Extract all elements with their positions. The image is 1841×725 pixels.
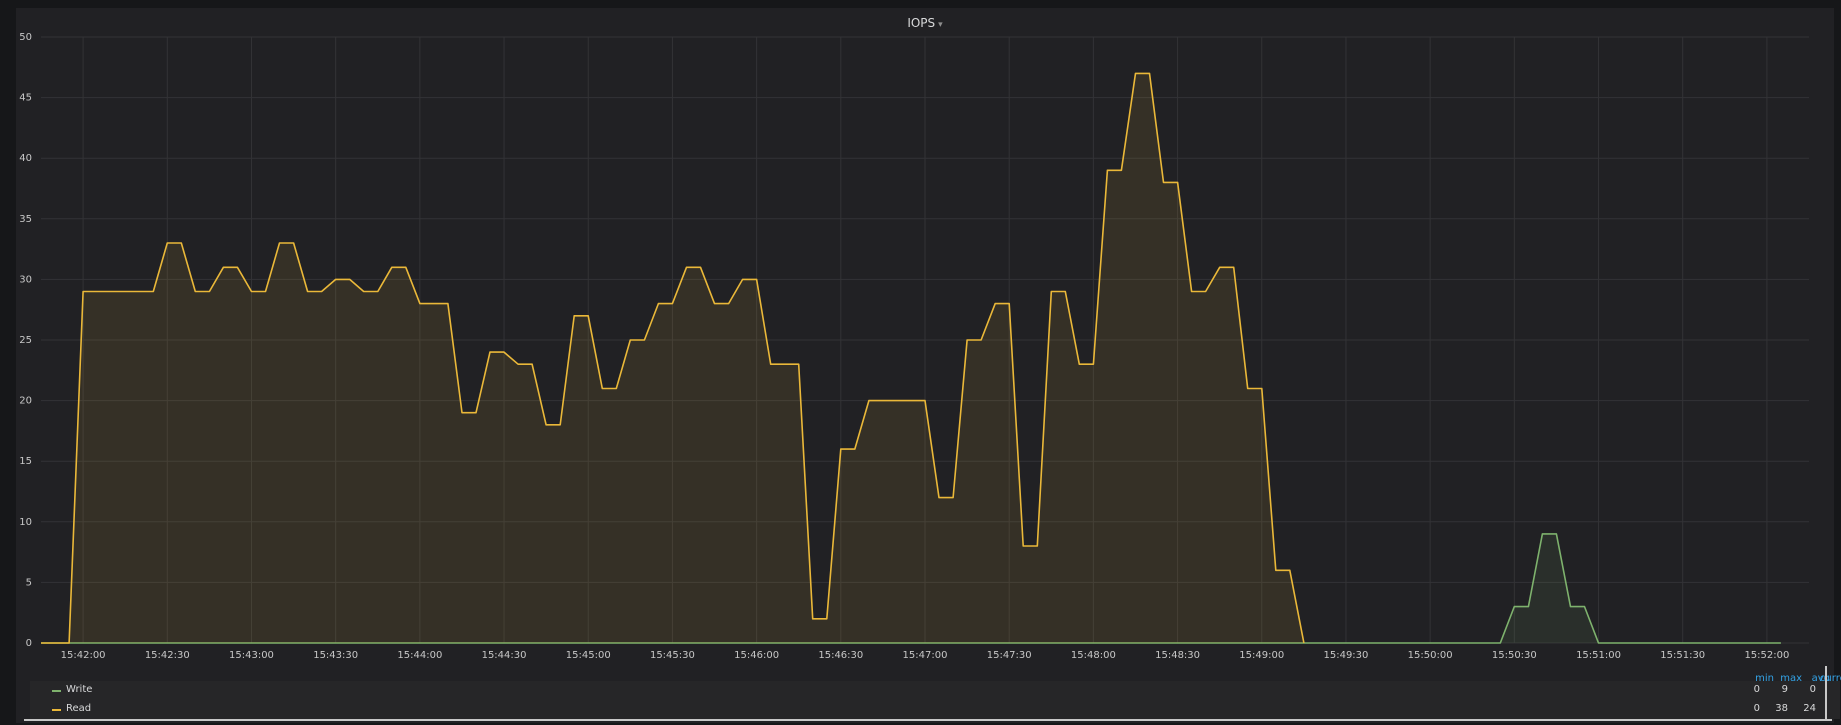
x-tick-label: 15:51:00 <box>1576 650 1621 661</box>
y-tick-label: 40 <box>19 153 32 164</box>
series-color-swatch[interactable] <box>52 690 61 692</box>
legend-series-name[interactable]: Read <box>66 703 91 714</box>
y-axis: 0 5 10 15 20 25 30 35 40 45 50 <box>19 32 32 649</box>
divider <box>24 719 1832 721</box>
x-tick-label: 15:42:00 <box>61 650 106 661</box>
x-tick-label: 15:43:00 <box>229 650 274 661</box>
x-tick-label: 15:45:30 <box>650 650 695 661</box>
x-tick-label: 15:48:30 <box>1155 650 1200 661</box>
x-tick-label: 15:46:30 <box>818 650 863 661</box>
iops-chart: 05101520253035404550 15:42:00 15:42:30 15:… <box>19 32 1809 661</box>
x-tick-label: 15:48:00 <box>1071 650 1116 661</box>
x-tick-label: 15:51:30 <box>1660 650 1705 661</box>
x-tick-label: 15:47:30 <box>987 650 1032 661</box>
y-tick-label: 30 <box>19 274 32 285</box>
x-tick-label: 15:50:30 <box>1492 650 1537 661</box>
iops-panel: IOPS ▾ 0 5 10 15 20 25 30 35 40 45 50 15:42:00 15:42… <box>16 8 1841 723</box>
y-tick-label: 45 <box>19 93 32 104</box>
y-tick-label: 0 <box>26 638 32 649</box>
x-tick-label: 15:49:00 <box>1239 650 1284 661</box>
series-color-swatch[interactable] <box>52 709 61 711</box>
y-tick-label: 5 <box>26 577 32 588</box>
legend-item-read[interactable]: Read 0 38 24 0 <box>30 700 1840 719</box>
y-tick-label: 50 <box>19 32 32 43</box>
x-tick-label: 15:43:30 <box>313 650 358 661</box>
x-tick-label: 15:44:30 <box>482 650 527 661</box>
legend-series-name[interactable]: Write <box>66 684 92 695</box>
y-tick-label: 15 <box>19 456 32 467</box>
y-tick-label: 20 <box>19 396 32 407</box>
y-tick-label: 10 <box>19 517 32 528</box>
x-tick-label: 15:47:00 <box>903 650 948 661</box>
x-tick-label: 15:45:00 <box>566 650 611 661</box>
divider <box>1825 666 1827 721</box>
legend-item-write[interactable]: Write 0 9 0 0 <box>30 681 1840 700</box>
x-tick-label: 15:52:00 <box>1744 650 1789 661</box>
x-tick-label: 15:50:00 <box>1408 650 1453 661</box>
x-tick-label: 15:49:30 <box>1323 650 1368 661</box>
x-axis: 15:42:00 15:42:30 15:43:00 15:43:30 15:44:00… <box>61 650 1790 661</box>
y-tick-label: 35 <box>19 214 32 225</box>
x-tick-label: 15:46:00 <box>734 650 779 661</box>
x-tick-label: 15:42:30 <box>145 650 190 661</box>
y-tick-label: 25 <box>19 335 32 346</box>
x-tick-label: 15:44:00 <box>397 650 442 661</box>
